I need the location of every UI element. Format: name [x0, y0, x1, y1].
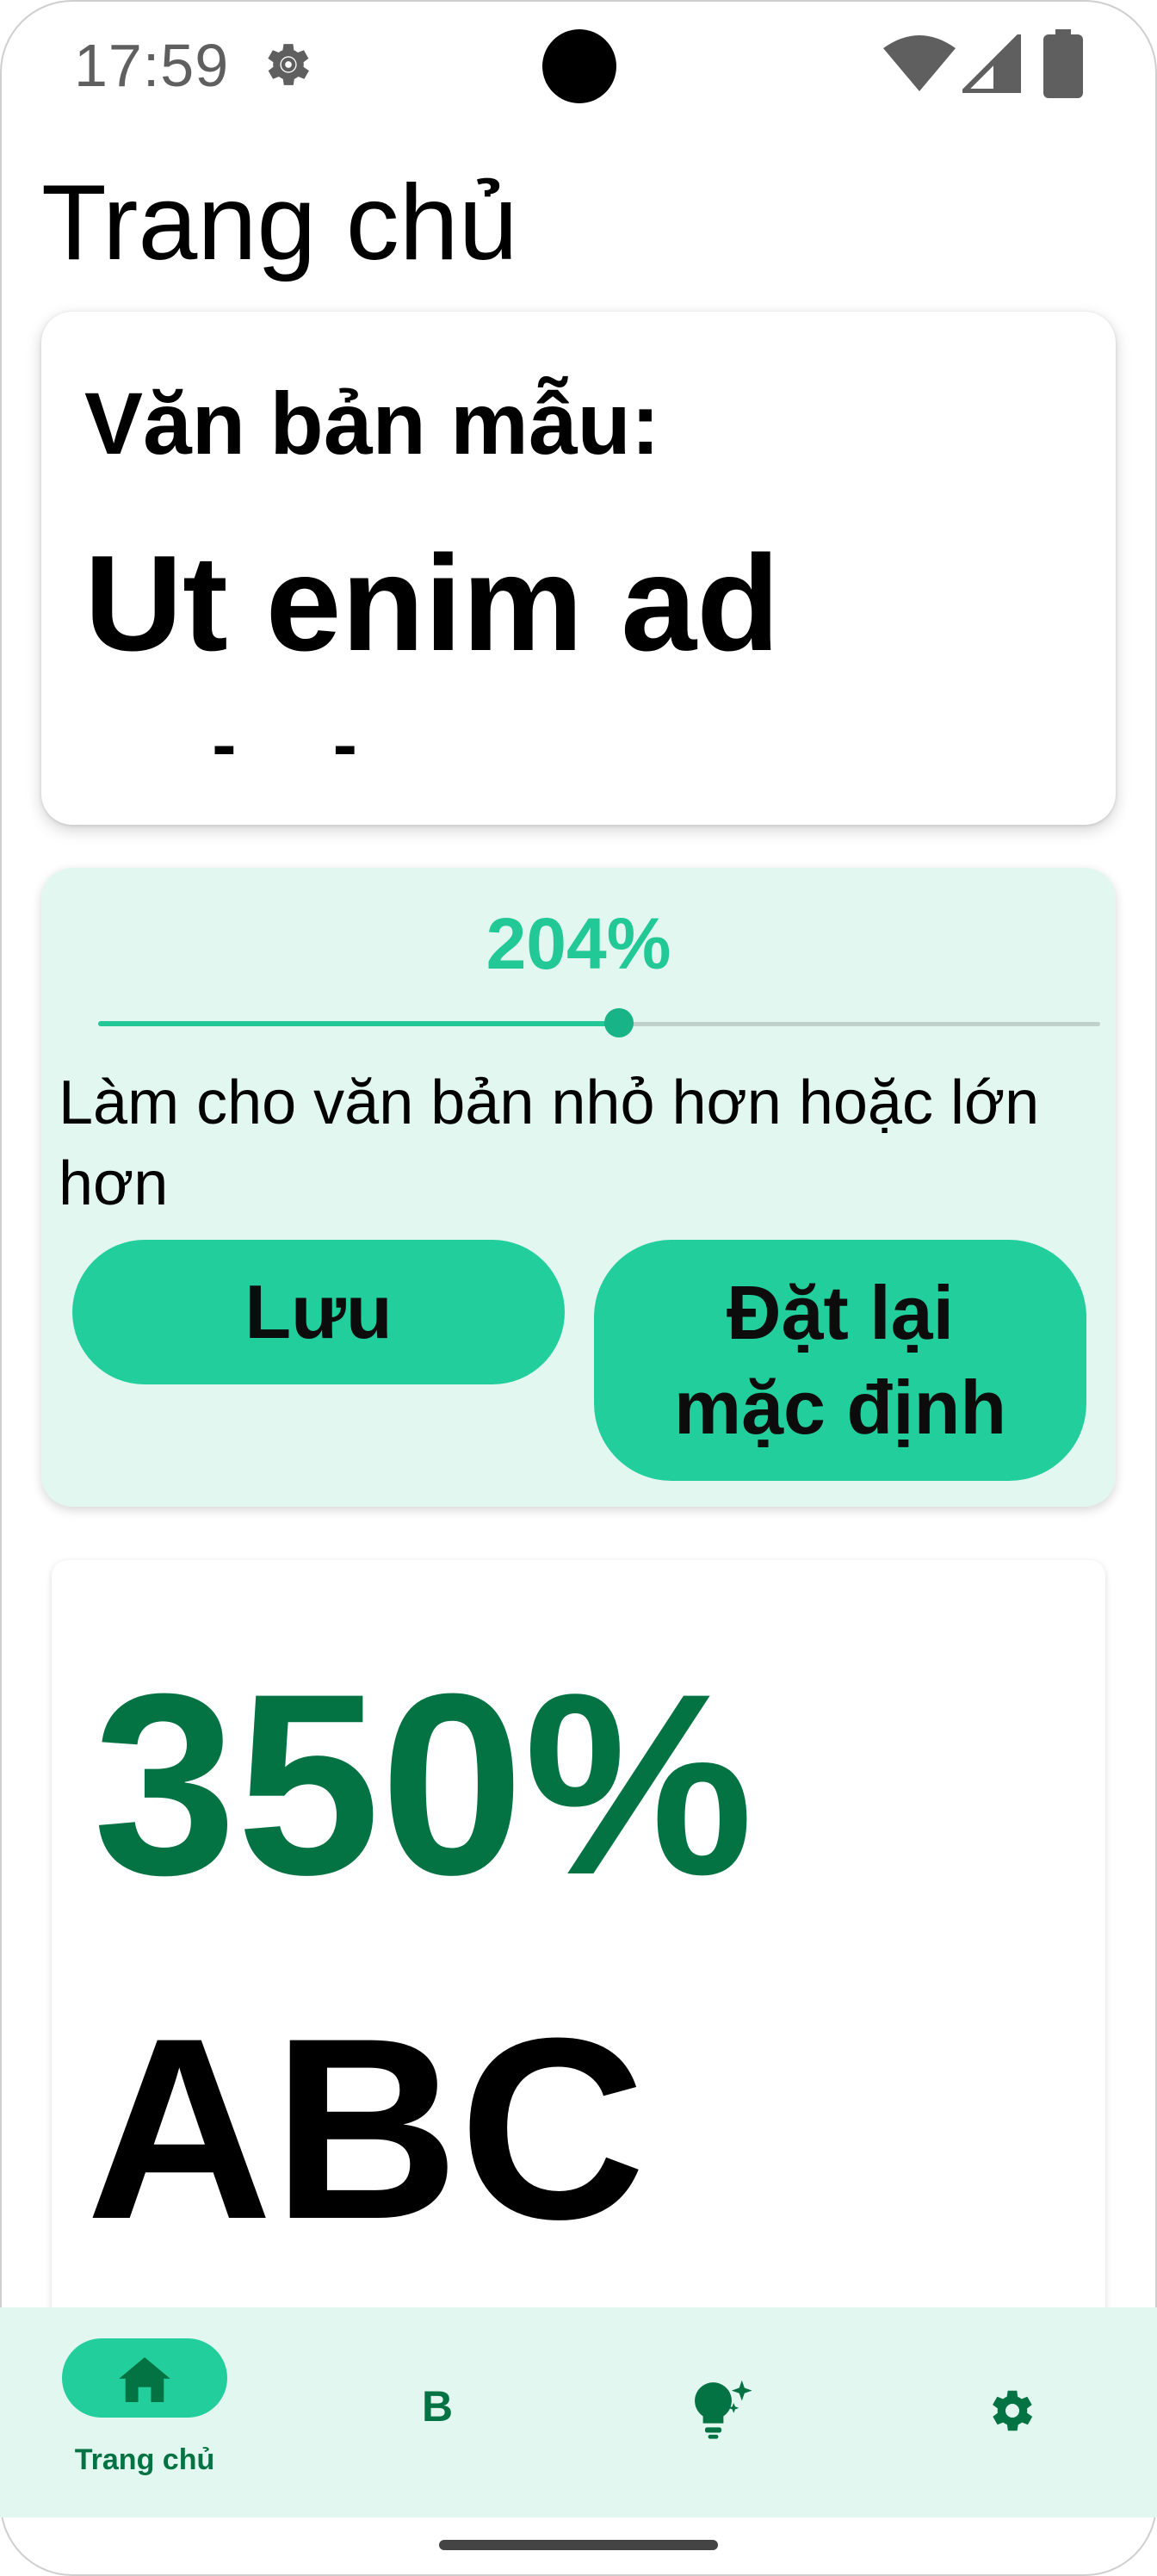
- text-scale-slider[interactable]: [98, 1008, 1100, 1037]
- gear-icon: [993, 2390, 1033, 2431]
- helper-text: Làm cho văn bản nhỏ hơn hoặc lớn hơn: [59, 1068, 1040, 1218]
- wifi-icon: [883, 35, 956, 91]
- camera-cutout: [542, 29, 616, 103]
- sample-text-card: Văn bản mẫu: Ut enim ad minima: [41, 312, 1116, 825]
- slider-thumb[interactable]: [604, 1008, 634, 1037]
- nav-item-home[interactable]: Trang chủ: [0, 2307, 289, 2517]
- nav-item-tips[interactable]: [578, 2307, 868, 2517]
- text-scale-panel: 204% Làm cho văn bản nhỏ hơn hoặc lớn hơ…: [41, 868, 1116, 1507]
- bold-b-icon: B: [421, 2382, 454, 2430]
- scale-value: 204%: [486, 903, 671, 984]
- lightbulb-sparkle-icon: [695, 2380, 752, 2439]
- page-title: Trang chủ: [41, 164, 518, 282]
- signal-icon: [962, 34, 1021, 93]
- large-preview-card: 350% ABC: [52, 1560, 1105, 2335]
- reset-default-button[interactable]: Đặt lại mặc định: [594, 1240, 1086, 1481]
- save-button[interactable]: Lưu: [72, 1240, 565, 1384]
- large-percent-text: 350%: [93, 1639, 754, 1929]
- home-indicator[interactable]: [439, 2540, 718, 2550]
- gear-icon: [268, 44, 309, 85]
- nav-item-settings[interactable]: [868, 2307, 1157, 2517]
- bottom-navigation: Trang chủ B: [0, 2307, 1157, 2517]
- status-bar: 17:59: [0, 0, 1157, 129]
- battery-icon: [1043, 29, 1083, 98]
- sample-text-label: Văn bản mẫu:: [84, 375, 660, 473]
- large-sample-text: ABC: [86, 1984, 646, 2273]
- slider-fill: [98, 1021, 620, 1026]
- home-icon: [119, 2357, 170, 2402]
- nav-label-home: Trang chủ: [74, 2443, 215, 2476]
- sample-text: Ut enim ad minima: [84, 528, 780, 754]
- sample-text-viewport[interactable]: Ut enim ad minima: [84, 518, 1074, 754]
- status-time: 17:59: [74, 32, 230, 99]
